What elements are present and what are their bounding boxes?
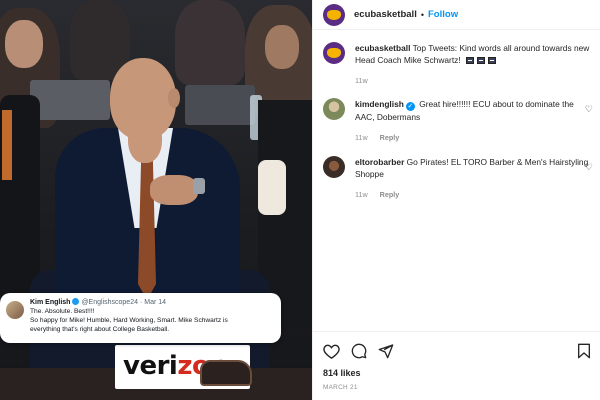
- tweet-dot: ·: [139, 299, 143, 306]
- pirate-flag-icon: [477, 57, 485, 64]
- comment-item: kimdenglish ✓ Great hire!!!!!! ECU about …: [313, 92, 600, 150]
- like-comment-icon[interactable]: ♡: [585, 162, 593, 173]
- reply-button[interactable]: Reply: [380, 190, 400, 199]
- post-actions: 814 likes MARCH 21: [313, 331, 600, 391]
- verified-icon: ✓: [405, 102, 415, 111]
- comment-meta: 11w Reply: [355, 190, 593, 199]
- comment-text: kimdenglish ✓ Great hire!!!!!! ECU about …: [355, 92, 593, 123]
- background-face: [5, 20, 43, 68]
- profile-avatar[interactable]: [323, 3, 345, 26]
- post-header: ecubasketball • Follow: [313, 0, 600, 30]
- crowd-person: [175, 0, 245, 85]
- comment-time: 11w: [355, 190, 368, 199]
- comment-bubble-icon[interactable]: [351, 343, 367, 359]
- comment-username[interactable]: kimdenglish: [355, 99, 404, 109]
- likes-count[interactable]: 814 likes: [323, 368, 591, 378]
- caption-time: 11w: [355, 76, 368, 85]
- tweet-author-name: Kim English: [30, 299, 71, 306]
- bench-chair: [258, 160, 286, 215]
- comments-list: ecubasketball Top Tweets: Kind words all…: [313, 36, 600, 208]
- coach-shoe: [200, 360, 252, 386]
- tweet-date: Mar 14: [144, 299, 167, 306]
- coach-ear: [168, 88, 180, 108]
- follow-button[interactable]: Follow: [428, 9, 458, 20]
- pirate-flag-icon: [466, 57, 474, 64]
- caption-avatar[interactable]: [323, 42, 345, 64]
- post-date: MARCH 21: [323, 384, 358, 391]
- coach-watch: [193, 178, 205, 194]
- coach-hand: [128, 115, 162, 163]
- tweet-header: Kim English @Englishscope24 · Mar 14: [30, 298, 273, 307]
- pirate-logo-icon: [327, 9, 341, 20]
- separator-dot: •: [420, 9, 424, 20]
- tweet-text-line: The. Absolute. Best!!!!: [30, 308, 95, 315]
- laptop: [185, 85, 255, 125]
- comment-text: eltorobarber Go Pirates! EL TORO Barber …: [355, 150, 593, 180]
- like-comment-icon[interactable]: ♡: [585, 104, 593, 115]
- caption-username[interactable]: ecubasketball: [355, 43, 410, 53]
- caption-text: ecubasketball Top Tweets: Kind words all…: [355, 36, 593, 66]
- bookmark-save-icon[interactable]: [577, 343, 591, 359]
- laptop: [30, 80, 110, 120]
- post-side-panel: ecubasketball • Follow ecubasketball Top…: [312, 0, 600, 400]
- tweet-handle: @Englishscope24: [81, 299, 138, 306]
- commenter-avatar[interactable]: [323, 98, 345, 120]
- comment-item: eltorobarber Go Pirates! EL TORO Barber …: [313, 150, 600, 208]
- pirate-flag-icon: [488, 57, 496, 64]
- caption: ecubasketball Top Tweets: Kind words all…: [313, 36, 600, 92]
- tweet-text-line: everything that's right about College Ba…: [30, 326, 170, 333]
- tweet-avatar: [6, 301, 24, 319]
- embedded-tweet-card: Kim English @Englishscope24 · Mar 14 The.…: [0, 293, 281, 343]
- comment-time: 11w: [355, 133, 368, 142]
- comment-username[interactable]: eltorobarber: [355, 157, 404, 167]
- like-heart-icon[interactable]: [323, 343, 340, 359]
- post-photo[interactable]: verizon Kim English@Englishscope24 · Mar…: [0, 0, 312, 400]
- action-icons: [323, 341, 591, 361]
- verified-icon: [72, 298, 80, 305]
- bench-player-tie: [2, 110, 12, 180]
- coach-hand: [150, 175, 198, 205]
- reply-button[interactable]: Reply: [380, 133, 400, 142]
- share-plane-icon[interactable]: [378, 343, 394, 359]
- caption-meta: 11w: [355, 76, 593, 85]
- background-face: [265, 25, 299, 69]
- pirate-logo-icon: [327, 48, 341, 58]
- commenter-avatar[interactable]: [323, 156, 345, 178]
- comment-meta: 11w Reply: [355, 133, 593, 142]
- tweet-text-line: So happy for Mike! Humble, Hard Working,…: [30, 317, 228, 324]
- header-username[interactable]: ecubasketball: [354, 9, 417, 20]
